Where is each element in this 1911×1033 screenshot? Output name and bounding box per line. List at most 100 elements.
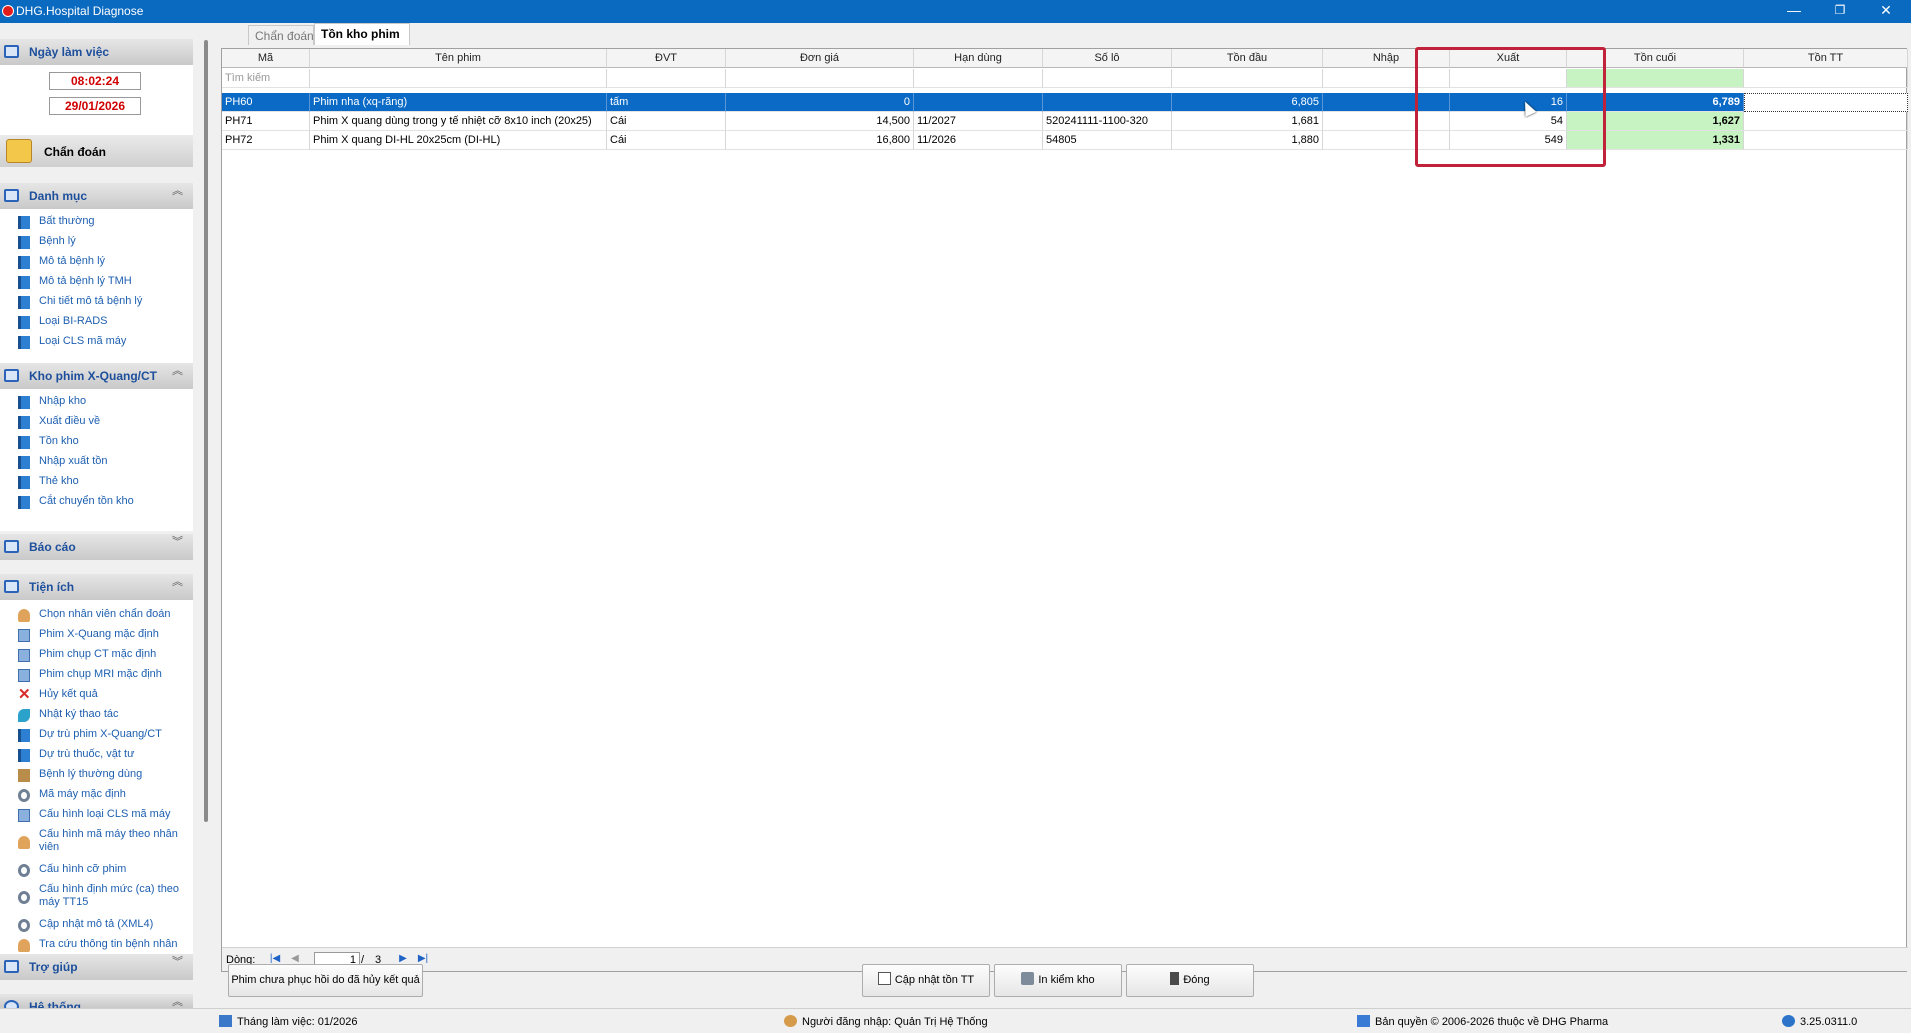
status-bar: Tháng làm việc: 01/2026 Người đăng nhập:… <box>0 1008 1911 1033</box>
section-khophim-header[interactable]: Kho phim X-Quang/CT ︽ <box>0 363 193 389</box>
tab-chandoan[interactable]: Chẩn đoán <box>248 25 314 45</box>
restore-cancelled-button[interactable]: Phim chưa phục hồi do đã hủy kết quả <box>228 964 423 997</box>
gear-icon <box>18 864 30 877</box>
cell-tontt[interactable] <box>1744 93 1908 112</box>
printer-icon <box>1021 972 1035 985</box>
sidebar-scrollbar[interactable] <box>204 40 208 822</box>
minimize-button[interactable]: — <box>1771 0 1817 23</box>
section-tienich-title: Tiện ích <box>29 580 75 594</box>
work-date-box: 08:02:24 29/01/2026 <box>0 65 193 144</box>
edit-icon <box>18 809 30 822</box>
close-window-button[interactable]: ✕ <box>1863 0 1909 23</box>
book-icon <box>18 729 30 742</box>
book-icon <box>4 369 19 382</box>
date-field[interactable]: 29/01/2026 <box>49 97 141 115</box>
book-icon <box>18 276 30 289</box>
cell-dvt[interactable]: tấm <box>607 93 726 112</box>
collapse-icon[interactable]: ︽ <box>172 186 183 197</box>
cell-dongia[interactable]: 16,800 <box>726 131 914 150</box>
cell-ma[interactable]: PH72 <box>222 131 310 150</box>
cell-tontt[interactable] <box>1744 112 1908 131</box>
cell-solo[interactable]: 54805 <box>1043 131 1172 150</box>
restore-button[interactable]: ❐ <box>1817 0 1863 23</box>
person-icon <box>18 609 30 622</box>
chandoan-shortcut[interactable]: Chẩn đoán <box>0 135 193 167</box>
person-icon <box>18 836 30 849</box>
update-tontt-button[interactable]: Cập nhật tồn TT <box>862 964 990 997</box>
cell-dongia[interactable]: 14,500 <box>726 112 914 131</box>
filter-tondau[interactable] <box>1172 69 1323 88</box>
col-header-tondau[interactable]: Tồn đầu <box>1172 49 1323 68</box>
section-tienich-header[interactable]: Tiện ích ︽ <box>0 574 193 600</box>
filter-tenphim[interactable] <box>310 69 607 88</box>
cell-tenphim[interactable]: Phim nha (xq-răng) <box>310 93 607 112</box>
col-header-tontt[interactable]: Tồn TT <box>1744 49 1908 68</box>
section-danhmuc-header[interactable]: Danh mục ︽ <box>0 183 193 209</box>
section-tienich-body: Chọn nhân viên chẩn đoán Phim X-Quang mặ… <box>0 600 193 960</box>
exit-door-icon <box>1170 972 1180 985</box>
col-header-solo[interactable]: Số lô <box>1043 49 1172 68</box>
filter-tontt[interactable] <box>1744 69 1908 88</box>
book-icon <box>4 189 19 202</box>
collapse-icon[interactable]: ︽ <box>172 577 183 588</box>
cell-solo[interactable]: 520241111-1100-320 <box>1043 112 1172 131</box>
tab-tonkho-phim[interactable]: Tồn kho phim <box>314 23 410 45</box>
sidebar: Ngày làm việc 08:02:24 29/01/2026 Chẩn đ… <box>0 23 193 1014</box>
person-icon <box>18 939 30 952</box>
chandoan-shortcut-label: Chẩn đoán <box>44 145 106 159</box>
filter-solo[interactable] <box>1043 69 1172 88</box>
film-icon <box>18 669 30 682</box>
cell-tenphim[interactable]: Phim X quang dùng trong y tế nhiệt cỡ 8x… <box>310 112 607 131</box>
collapse-icon[interactable]: ︽ <box>172 366 183 377</box>
film-icon <box>18 629 30 642</box>
cell-tondau[interactable]: 6,805 <box>1172 93 1323 112</box>
gear-icon <box>18 919 30 932</box>
cell-handung[interactable]: 11/2027 <box>914 112 1043 131</box>
users-icon <box>784 1015 797 1027</box>
book-icon <box>18 316 30 329</box>
cell-dvt[interactable]: Cái <box>607 131 726 150</box>
book-icon <box>4 580 19 593</box>
filter-ma[interactable]: Tìm kiếm <box>222 69 310 88</box>
book-icon <box>18 296 30 309</box>
section-trogiup-header[interactable]: Trợ giúp ︾ <box>0 954 193 980</box>
section-danhmuc-title: Danh mục <box>29 189 88 203</box>
red-x-icon: ✕ <box>18 686 31 703</box>
cell-handung[interactable]: 11/2026 <box>914 131 1043 150</box>
col-header-tenphim[interactable]: Tên phim <box>310 49 607 68</box>
book-icon <box>18 436 30 449</box>
status-month: Tháng làm việc: 01/2026 <box>219 1015 357 1028</box>
cell-tenphim[interactable]: Phim X quang DI-HL 20x25cm (DI-HL) <box>310 131 607 150</box>
col-header-dongia[interactable]: Đơn giá <box>726 49 914 68</box>
filter-dvt[interactable] <box>607 69 726 88</box>
section-hethong-header[interactable]: Hệ thống ︽ <box>0 994 193 1014</box>
cell-tondau[interactable]: 1,681 <box>1172 112 1323 131</box>
cell-dongia[interactable]: 0 <box>726 93 914 112</box>
filter-dongia[interactable] <box>726 69 914 88</box>
cell-tontt[interactable] <box>1744 131 1908 150</box>
col-header-ma[interactable]: Mã <box>222 49 310 68</box>
col-header-dvt[interactable]: ĐVT <box>607 49 726 68</box>
cell-dvt[interactable]: Cái <box>607 112 726 131</box>
cell-tondau[interactable]: 1,880 <box>1172 131 1323 150</box>
work-date-label: Ngày làm việc <box>29 45 110 59</box>
book-icon <box>18 496 30 509</box>
book-icon <box>4 540 19 553</box>
window-title: DHG.Hospital Diagnose <box>16 4 144 18</box>
cell-ma[interactable]: PH60 <box>222 93 310 112</box>
cell-solo[interactable] <box>1043 93 1172 112</box>
expand-icon[interactable]: ︾ <box>172 537 183 548</box>
close-button[interactable]: Đóng <box>1126 964 1254 997</box>
expand-icon[interactable]: ︾ <box>172 957 183 968</box>
film-icon <box>18 649 30 662</box>
filter-handung[interactable] <box>914 69 1043 88</box>
cell-ma[interactable]: PH71 <box>222 112 310 131</box>
book-icon <box>18 236 30 249</box>
section-baocao-header[interactable]: Báo cáo ︾ <box>0 534 193 560</box>
book-icon <box>18 476 30 489</box>
books-icon <box>1357 1015 1370 1027</box>
col-header-handung[interactable]: Hạn dùng <box>914 49 1043 68</box>
cell-handung[interactable] <box>914 93 1043 112</box>
print-check-button[interactable]: In kiểm kho <box>994 964 1122 997</box>
collapse-icon[interactable]: ︽ <box>172 997 183 1008</box>
